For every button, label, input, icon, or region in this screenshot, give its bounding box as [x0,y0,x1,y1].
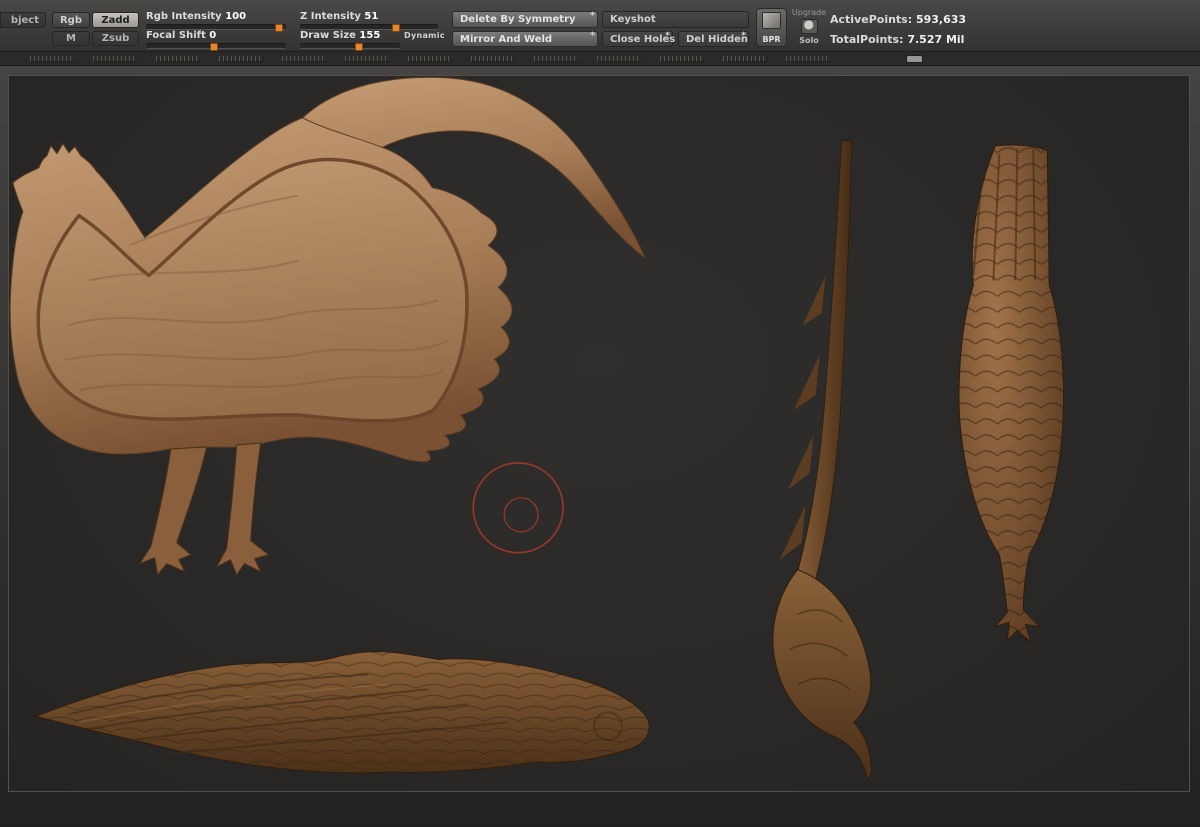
tray-strip [0,52,1200,66]
tray-scrollbar-handle[interactable] [906,55,923,63]
tray-item[interactable] [282,55,326,62]
object-button[interactable]: bject [0,12,46,28]
z-intensity-label: Z Intensity 51 [300,11,379,22]
draw-size-slider[interactable]: Draw Size 155 [300,30,400,51]
model-view-relief-side [9,76,647,576]
modified-asterisk: * [741,31,746,41]
modified-asterisk: * [665,31,670,41]
z-intensity-slider[interactable]: Z Intensity 51 [300,11,438,32]
model-view-top-lying [34,651,650,774]
tray-item[interactable] [30,55,74,62]
tray-item[interactable] [597,55,641,62]
tray-item[interactable] [723,55,767,62]
zadd-button[interactable]: Zadd [92,12,139,28]
upgrade-link[interactable]: Upgrade [792,8,826,17]
solo-label: Solo [799,36,819,45]
slider-handle[interactable] [355,43,363,51]
draw-cursor [472,462,564,554]
tray-item[interactable] [660,55,704,62]
model-view-back [958,144,1065,644]
tray-item[interactable] [219,55,263,62]
canvas-area [0,66,1200,827]
keyshot-button[interactable]: Keyshot [602,11,749,28]
m-button[interactable]: M [52,31,90,46]
modified-asterisk: * [590,31,595,41]
top-shelf: bject Rgb Zadd M Zsub Rgb Intensity 100 … [0,0,1200,52]
document-canvas[interactable] [8,75,1190,792]
close-holes-button[interactable]: Close Holes * [602,31,675,47]
tray-item[interactable] [471,55,515,62]
upgrade-solo-stack: Upgrade Solo [792,8,826,45]
slider-track[interactable] [146,43,286,51]
draw-size-label: Draw Size 155 [300,30,381,41]
dynamic-toggle[interactable]: Dynamic [404,31,445,40]
total-points-readout: TotalPoints: 7.527 Mil [830,33,965,46]
rgb-intensity-slider[interactable]: Rgb Intensity 100 [146,11,286,32]
slider-track[interactable] [300,43,400,51]
tray-item[interactable] [408,55,452,62]
tray-item[interactable] [156,55,200,62]
slider-handle[interactable] [210,43,219,51]
solo-icon[interactable] [800,19,818,34]
zbrush-window: bject Rgb Zadd M Zsub Rgb Intensity 100 … [0,0,1200,827]
focal-shift-slider[interactable]: Focal Shift 0 [146,30,286,51]
bpr-button[interactable]: BPR [756,8,787,47]
active-points-readout: ActivePoints: 593,633 [830,13,967,26]
mirror-and-weld-button[interactable]: Mirror And Weld * [452,31,598,47]
del-hidden-button[interactable]: Del Hidden * [678,31,749,47]
tray-item[interactable] [534,55,578,62]
delete-by-symmetry-button[interactable]: Delete By Symmetry * [452,11,598,28]
tray-item[interactable] [786,55,830,62]
focal-shift-label: Focal Shift 0 [146,30,217,41]
tray-item[interactable] [345,55,389,62]
zsub-button[interactable]: Zsub [92,31,139,46]
rgb-button[interactable]: Rgb [52,12,90,28]
rgb-intensity-label: Rgb Intensity 100 [146,11,247,22]
model-view-edge-profile [772,140,873,782]
bpr-render-icon [762,12,781,29]
tray-item[interactable] [93,55,137,62]
modified-asterisk: * [590,11,595,21]
sculpt-viewport [9,76,1065,782]
